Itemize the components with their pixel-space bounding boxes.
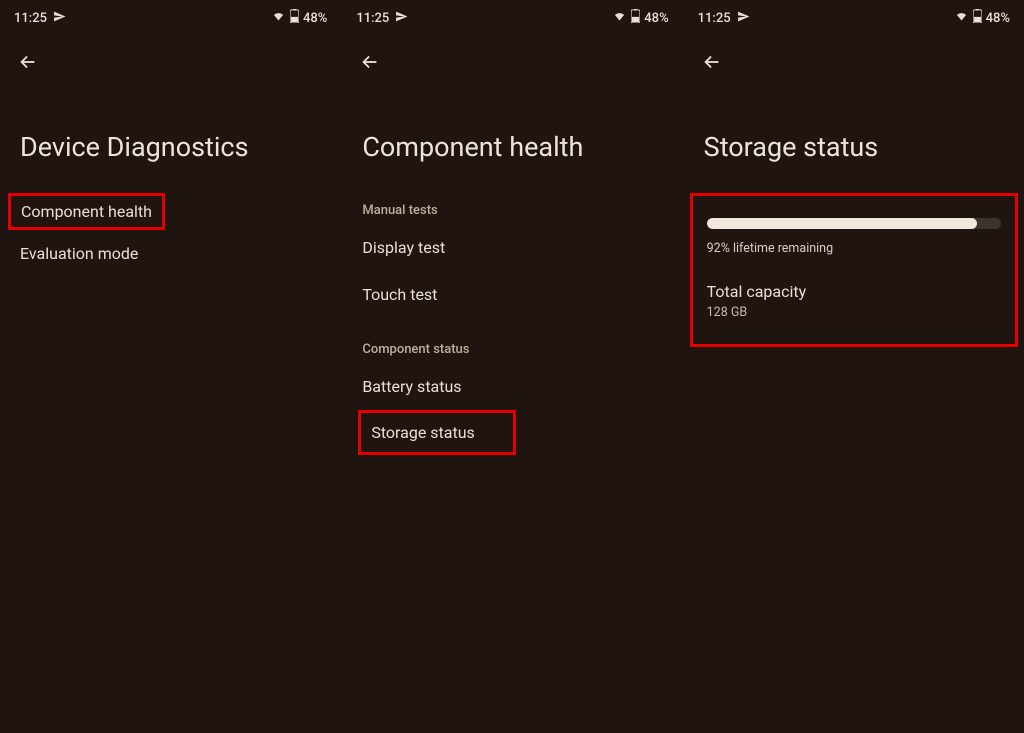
status-time: 11:25 <box>698 11 731 26</box>
status-battery-text: 48% <box>986 11 1010 26</box>
item-storage-status[interactable]: Storage status <box>371 423 474 442</box>
battery-icon <box>290 9 299 27</box>
item-evaluation-mode[interactable]: Evaluation mode <box>0 230 341 277</box>
wifi-icon <box>271 10 286 26</box>
section-manual-tests: Manual tests <box>342 193 682 224</box>
highlight-box: 92% lifetime remaining Total capacity 12… <box>690 193 1018 347</box>
page-title: Component health <box>342 77 682 193</box>
status-battery-text: 48% <box>644 11 668 26</box>
item-display-test[interactable]: Display test <box>342 224 682 271</box>
send-icon <box>395 10 408 27</box>
status-time: 11:25 <box>356 11 389 26</box>
storage-lifetime-bar <box>707 218 1001 229</box>
status-time: 11:25 <box>14 11 47 26</box>
back-button[interactable] <box>700 50 724 74</box>
item-touch-test[interactable]: Touch test <box>342 271 682 318</box>
wifi-icon <box>612 10 627 26</box>
page-title: Device Diagnostics <box>0 77 341 193</box>
section-component-status: Component status <box>342 332 682 363</box>
panel-component-health: 11:25 48% Component health Manual tests … <box>341 0 682 733</box>
back-button[interactable] <box>16 50 40 74</box>
status-battery-text: 48% <box>303 11 327 26</box>
item-component-health[interactable]: Component health <box>21 202 152 221</box>
panel-storage-status: 11:25 48% Storage status 92% lifetime re… <box>683 0 1024 733</box>
battery-icon <box>973 9 982 27</box>
highlight-box: Storage status <box>358 410 515 455</box>
send-icon <box>53 10 66 27</box>
battery-icon <box>631 9 640 27</box>
highlight-box: Component health <box>8 193 165 230</box>
item-battery-status[interactable]: Battery status <box>342 363 682 410</box>
panel-device-diagnostics: 11:25 48% Device Diagnostics Component h… <box>0 0 341 733</box>
back-button[interactable] <box>358 50 382 74</box>
status-bar: 11:25 48% <box>342 0 682 30</box>
wifi-icon <box>954 10 969 26</box>
status-bar: 11:25 48% <box>0 0 341 30</box>
storage-lifetime-fill <box>707 218 978 229</box>
status-bar: 11:25 48% <box>684 0 1024 30</box>
send-icon <box>737 10 750 27</box>
total-capacity-value: 128 GB <box>707 305 1001 320</box>
storage-lifetime-text: 92% lifetime remaining <box>707 241 1001 256</box>
total-capacity-label: Total capacity <box>707 282 1001 301</box>
page-title: Storage status <box>684 77 1024 193</box>
